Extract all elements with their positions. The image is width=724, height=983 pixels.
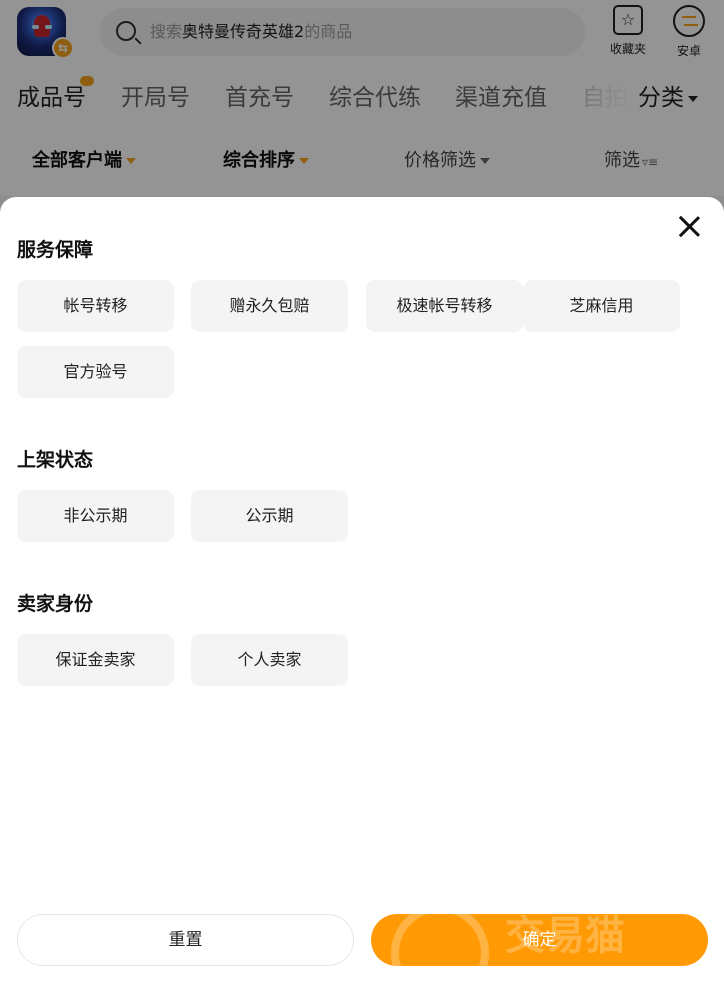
option-sesame-credit[interactable]: 芝麻信用 xyxy=(523,280,680,332)
option-fast-transfer[interactable]: 极速帐号转移 xyxy=(366,280,523,332)
option-deposit-seller[interactable]: 保证金卖家 xyxy=(17,634,174,686)
option-permanent-compensation[interactable]: 赠永久包赔 xyxy=(191,280,348,332)
option-personal-seller[interactable]: 个人卖家 xyxy=(191,634,348,686)
option-official-verify[interactable]: 官方验号 xyxy=(17,346,174,398)
reset-button[interactable]: 重置 xyxy=(17,914,354,966)
section-title-listing-status: 上架状态 xyxy=(17,449,94,471)
confirm-label: 确定 xyxy=(522,930,557,950)
option-account-transfer[interactable]: 帐号转移 xyxy=(17,280,174,332)
option-non-publicity[interactable]: 非公示期 xyxy=(17,490,174,542)
option-publicity[interactable]: 公示期 xyxy=(191,490,348,542)
section-title-seller-identity: 卖家身份 xyxy=(17,593,94,615)
cat-logo-watermark xyxy=(391,914,489,966)
confirm-button[interactable]: 交易猫 确定 xyxy=(371,914,708,966)
close-icon[interactable] xyxy=(672,210,706,244)
filter-sheet: 服务保障 帐号转移 赠永久包赔 极速帐号转移 芝麻信用 官方验号 上架状态 非公… xyxy=(0,197,724,983)
section-title-service: 服务保障 xyxy=(17,239,94,261)
